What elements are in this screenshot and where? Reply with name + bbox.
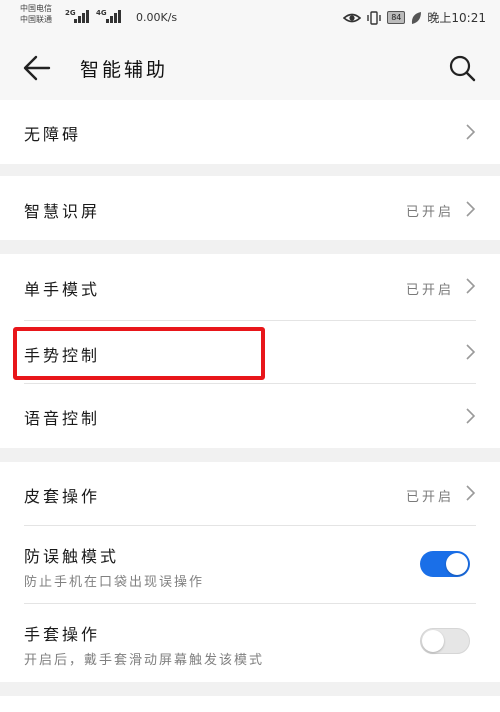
chevron-right-icon — [466, 408, 476, 424]
row-subtitle: 开启后，戴手套滑动屏幕触发该模式 — [24, 653, 265, 668]
row-subtitle: 防止手机在口袋出现误操作 — [24, 575, 205, 590]
status-right: 84 晚上10:21 — [343, 9, 486, 26]
battery-icon: 84 — [387, 11, 406, 24]
row-title: 单手模式 — [24, 280, 101, 299]
card-smart-screen: 智慧识屏 已开启 — [0, 176, 500, 240]
row-status: 已开启 — [405, 490, 454, 505]
card-accessibility: 无障碍 — [0, 100, 500, 164]
signal-2-icon — [106, 9, 124, 23]
network-speed: 0.00K/s — [136, 11, 178, 24]
pocket-mode-toggle[interactable] — [420, 551, 470, 577]
card-next — [0, 696, 500, 712]
toggle-knob — [446, 553, 468, 575]
carrier-2: 中国联通 — [20, 15, 52, 24]
highlight-box — [13, 327, 265, 380]
row-title: 语音控制 — [24, 409, 101, 428]
chevron-right-icon — [466, 485, 476, 501]
row-title: 智慧识屏 — [24, 202, 101, 221]
row-glove-mode: 手套操作 开启后，戴手套滑动屏幕触发该模式 — [0, 604, 500, 682]
row-glove-cover[interactable]: 皮套操作 已开启 — [0, 462, 500, 525]
leaf-icon — [412, 11, 422, 24]
row-title: 手套操作 — [24, 625, 101, 644]
status-bar: 中国电信 中国联通 2G 4G 0.00K/s 84 晚上10:21 — [0, 0, 500, 36]
chevron-right-icon — [466, 344, 476, 360]
row-title: 防误触模式 — [24, 547, 120, 566]
row-title: 无障碍 — [24, 125, 82, 144]
row-one-hand-mode[interactable]: 单手模式 已开启 — [0, 254, 500, 320]
row-title: 皮套操作 — [24, 487, 101, 506]
carrier-labels: 中国电信 中国联通 — [20, 3, 52, 25]
row-smart-screen[interactable]: 智慧识屏 已开启 — [0, 176, 500, 240]
page-title: 智能辅助 — [80, 59, 169, 81]
clock: 晚上10:21 — [427, 11, 486, 25]
signal-1-icon — [74, 9, 92, 23]
toggle-knob — [422, 630, 444, 652]
app-bar: 智能辅助 — [0, 36, 500, 100]
back-arrow-icon[interactable] — [22, 54, 52, 82]
row-voice-control[interactable]: 语音控制 — [0, 384, 500, 448]
chevron-right-icon — [466, 278, 476, 294]
row-pocket-mode: 防误触模式 防止手机在口袋出现误操作 — [0, 526, 500, 603]
chevron-right-icon — [466, 201, 476, 217]
card-operation: 皮套操作 已开启 防误触模式 防止手机在口袋出现误操作 手套操作 开启后，戴手套… — [0, 462, 500, 682]
eye-comfort-icon — [343, 13, 362, 22]
chevron-right-icon — [466, 124, 476, 140]
row-accessibility[interactable]: 无障碍 — [0, 100, 500, 164]
vibrate-icon — [367, 10, 381, 25]
row-status: 已开启 — [405, 205, 454, 220]
row-status: 已开启 — [405, 283, 454, 298]
carrier-1: 中国电信 — [20, 4, 52, 13]
glove-mode-toggle[interactable] — [420, 628, 470, 654]
search-icon[interactable] — [448, 54, 476, 82]
